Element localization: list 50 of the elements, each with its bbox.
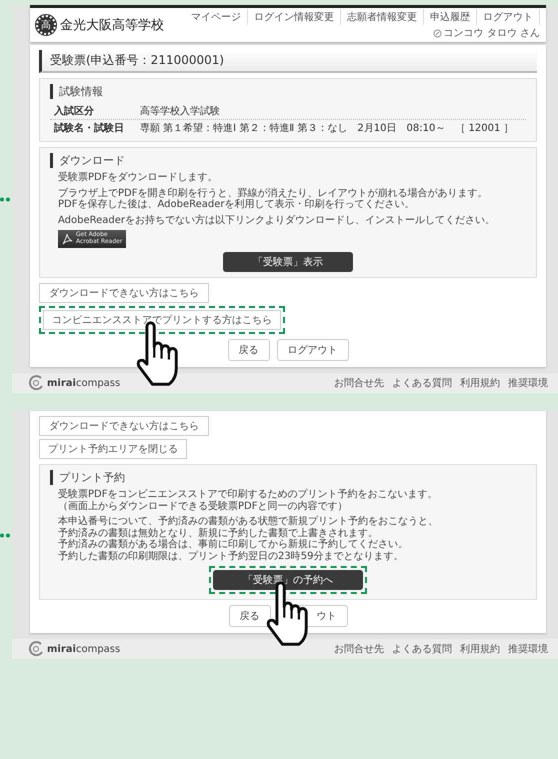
nav-link[interactable]: マイページ (185, 9, 248, 25)
footer-link[interactable]: よくある質問 (392, 642, 452, 656)
dots-icon (0, 196, 10, 202)
compass-logo-icon (28, 641, 44, 657)
text-line: ブラウザ上でPDFを開き印刷を行うと、罫線が消えたり、レイアウトが崩れる場合があります。 (58, 188, 488, 198)
user-icon (432, 28, 442, 38)
footer-link[interactable]: 利用規約 (460, 642, 500, 656)
logo-text: miraicompass (47, 378, 120, 388)
footer-link[interactable]: 推奨環境 (508, 642, 548, 656)
nav-link[interactable]: ログイン情報変更 (248, 9, 341, 25)
link-button[interactable]: コンビニエンスストアでプリントする方はこちら (43, 310, 281, 330)
text-line: 受験票PDFをコンビニエンスストアで印刷するためのプリント予約をおこないます。 (58, 489, 438, 500)
link-button[interactable]: プリント予約エリアを閉じる (39, 439, 187, 459)
footer-link[interactable]: 推奨環境 (508, 376, 548, 390)
nav-link[interactable]: 申込履歴 (424, 9, 477, 25)
text-line: 予約した書類の印刷期限は、プリント予約翌日の23時59分までとなります。 (58, 550, 404, 562)
text-line: 本申込番号について、予約済みの書類がある状態で新規プリント予約をおこなうと、 (58, 516, 439, 528)
row-value: 専願 第１希望：特進Ⅰ 第２：特進Ⅱ 第３：なし 2月10日 08:10～ ［ 12001 ］ (140, 122, 514, 135)
action-button[interactable]: 戻る (228, 605, 270, 627)
link-button[interactable]: ダウンロードできない方はこちら (39, 283, 209, 303)
text-line: PDFを保存した後は、AdobeReaderを利用して表示・印刷を行ってください。 (58, 199, 416, 210)
dots-icon (0, 532, 10, 538)
text-line: 予約済みの書類がある場合は、事前に印刷してから新規に予約してください。 (58, 539, 409, 550)
dark-button[interactable]: 「受験票」表示 (223, 252, 353, 272)
footer-link[interactable]: お問合せ先 (334, 376, 384, 390)
acrobat-icon (61, 233, 73, 245)
text-line: AdobeReaderをお持ちでない方は以下リンクよりダウンロードし、インストールしてください。 (58, 214, 496, 226)
section-heading: ダウンロード (50, 153, 526, 168)
section-heading: プリント予約 (50, 470, 526, 485)
row-value: 高等学校入学試験 (140, 104, 221, 118)
link-button[interactable]: ダウンロードできない方はこちら (39, 416, 209, 436)
row-label: 入試区分 (53, 104, 95, 118)
action-button[interactable]: ログアウト (276, 339, 348, 361)
text-line: 予約済みの書類は無効となり、新規に予約した書類で上書きされます。 (58, 528, 379, 538)
footer-link[interactable]: 利用規約 (460, 376, 500, 390)
footer-link[interactable]: お問合せ先 (334, 642, 384, 656)
text-line: 受験票PDFをダウンロードします。 (58, 172, 218, 184)
action-button[interactable]: 戻る (228, 339, 270, 361)
school-emblem: 高 (36, 14, 56, 34)
school-name: 金光大阪高等学校 (60, 16, 164, 34)
nav-link[interactable]: ログアウト (477, 9, 540, 25)
page-title: 受験票(申込番号：211000001) (39, 50, 537, 73)
logo-text: miraicompass (47, 644, 120, 654)
compass-logo-icon (28, 375, 44, 391)
user-name: コンコウ タロウ さん (444, 27, 540, 40)
text-line: （画面上からダウンロードできる受験票PDFと同一の内容です） (58, 500, 348, 512)
section-heading: 試験情報 (50, 84, 526, 99)
footer-link[interactable]: よくある質問 (392, 376, 452, 390)
nav-link[interactable]: 志願者情報変更 (341, 9, 424, 25)
row-label: 試験名・試験日 (52, 122, 125, 135)
